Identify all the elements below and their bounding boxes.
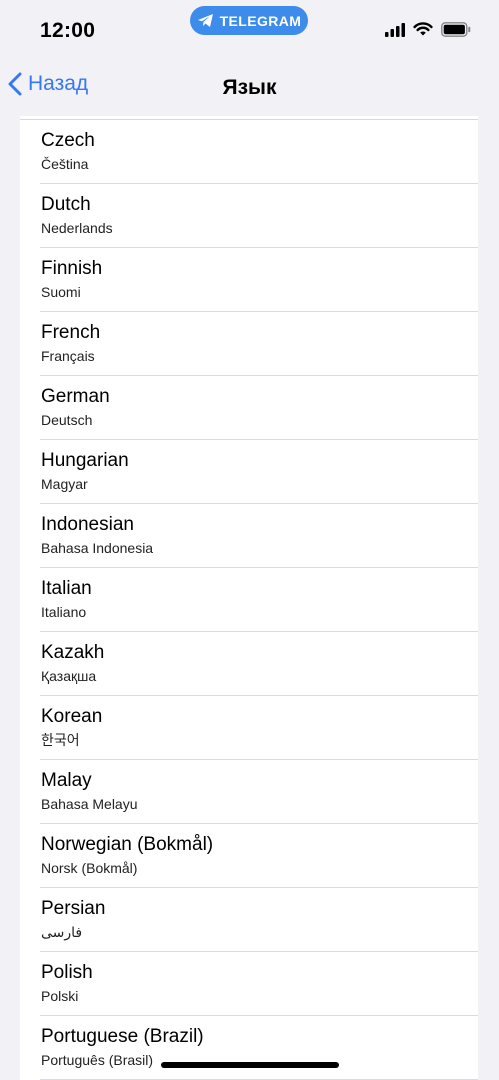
- language-row[interactable]: Italian Italiano: [20, 568, 478, 632]
- language-native-name: 한국어: [41, 732, 80, 748]
- language-native-name: Bahasa Melayu: [41, 796, 138, 812]
- language-native-name: Čeština: [41, 156, 89, 172]
- language-name: Dutch: [41, 194, 91, 215]
- home-indicator[interactable]: [161, 1062, 339, 1068]
- language-name: Norwegian (Bokmål): [41, 834, 214, 855]
- language-list-container: Czech Čeština Dutch Nederlands Finnish Suomi F…: [20, 116, 478, 1080]
- language-list: Czech Čeština Dutch Nederlands Finnish Suomi F…: [20, 120, 478, 1080]
- language-name: German: [41, 386, 110, 407]
- status-icons: [385, 22, 471, 37]
- language-row[interactable]: Polish Polski: [20, 952, 478, 1016]
- language-native-name: Magyar: [41, 476, 88, 492]
- language-name: Persian: [41, 898, 106, 919]
- language-native-name: فارسی: [41, 924, 83, 940]
- language-name: Kazakh: [41, 642, 105, 663]
- language-name: Czech: [41, 130, 95, 151]
- language-native-name: Қазақша: [41, 668, 97, 684]
- language-name: Finnish: [41, 258, 103, 279]
- language-native-name: Français: [41, 348, 95, 364]
- language-row[interactable]: Korean 한국어: [20, 696, 478, 760]
- page-title: Язык: [222, 76, 277, 99]
- return-to-app-label: TELEGRAM: [219, 12, 302, 29]
- language-native-name: Bahasa Indonesia: [41, 540, 154, 556]
- language-row[interactable]: Finnish Suomi: [20, 248, 478, 312]
- language-row[interactable]: Czech Čeština: [20, 120, 478, 184]
- language-name: Portuguese (Brazil): [41, 1026, 204, 1047]
- language-row[interactable]: Portuguese (Brazil) Português (Brasil): [20, 1016, 478, 1080]
- status-time: 12:00: [40, 19, 96, 42]
- telegram-plane-icon: [197, 14, 213, 27]
- language-name: Italian: [41, 578, 92, 599]
- language-row[interactable]: German Deutsch: [20, 376, 478, 440]
- language-native-name: Norsk (Bokmål): [41, 860, 138, 876]
- navigation-bar: Назад Язык: [0, 62, 499, 116]
- language-row[interactable]: Dutch Nederlands: [20, 184, 478, 248]
- language-row[interactable]: Hungarian Magyar: [20, 440, 478, 504]
- cellular-signal-icon: [385, 22, 405, 37]
- language-native-name: Português (Brasil): [41, 1052, 154, 1068]
- language-row[interactable]: French Français: [20, 312, 478, 376]
- language-native-name: Italiano: [41, 604, 87, 620]
- language-native-name: Deutsch: [41, 412, 93, 428]
- language-row[interactable]: Norwegian (Bokmål) Norsk (Bokmål): [20, 824, 478, 888]
- language-row[interactable]: Malay Bahasa Melayu: [20, 760, 478, 824]
- language-name: Malay: [41, 770, 92, 791]
- language-native-name: Nederlands: [41, 220, 113, 236]
- language-row[interactable]: Indonesian Bahasa Indonesia: [20, 504, 478, 568]
- language-name: French: [41, 322, 101, 343]
- wifi-icon: [413, 22, 433, 36]
- language-native-name: Suomi: [41, 284, 81, 300]
- return-to-app-pill[interactable]: TELEGRAM: [190, 6, 308, 35]
- language-name: Hungarian: [41, 450, 129, 471]
- language-name: Korean: [41, 706, 103, 727]
- status-bar: 12:00 TELEGRAM: [0, 0, 499, 62]
- language-native-name: Polski: [41, 988, 79, 1004]
- language-row[interactable]: Kazakh Қазақша: [20, 632, 478, 696]
- language-name: Polish: [41, 962, 93, 983]
- language-name: Indonesian: [41, 514, 134, 535]
- language-row[interactable]: Persian فارسی: [20, 888, 478, 952]
- battery-icon: [441, 22, 471, 37]
